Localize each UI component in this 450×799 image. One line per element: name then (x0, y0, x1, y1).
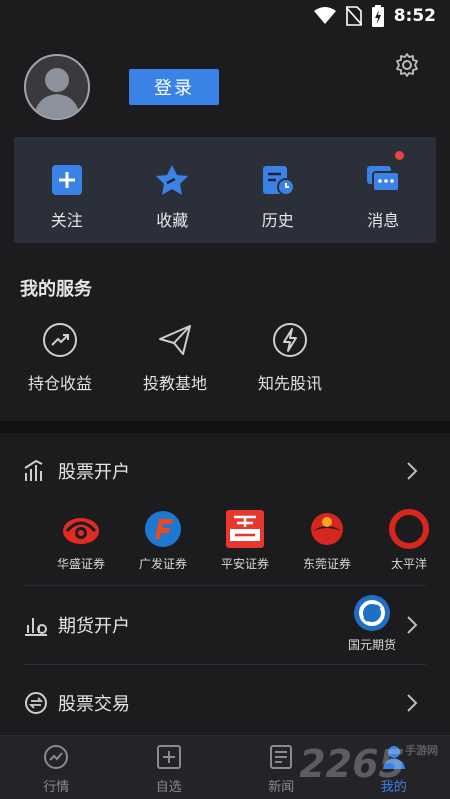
section-separator (0, 421, 450, 433)
trade-icon (25, 692, 47, 714)
message-icon (367, 166, 401, 192)
tab-label: 自选 (155, 780, 182, 795)
no-sim-icon (345, 6, 362, 26)
broker-guangfa[interactable]: 广发证券 (122, 509, 204, 585)
broker-guoyuan[interactable]: 国元期货 (348, 594, 396, 653)
quick-label-favorites: 收藏 (156, 211, 189, 230)
quick-label-messages: 消息 (367, 211, 400, 230)
stock-open-row[interactable]: 股票开户 (0, 433, 450, 509)
services-title: 我的服务 (20, 279, 92, 300)
broker-name: 华盛证券 (56, 557, 105, 571)
service-news-flash[interactable]: 知先股讯 (235, 322, 345, 394)
stock-open-title: 股票开户 (58, 462, 130, 483)
history-icon (262, 166, 295, 196)
broker-pingan[interactable]: 平安证券 (204, 509, 286, 585)
quick-follow[interactable]: 关注 (14, 137, 120, 243)
broker-huasheng[interactable]: 华盛证券 (40, 509, 122, 585)
battery-icon (371, 5, 384, 27)
huasheng-logo-icon (63, 518, 99, 544)
bar-chart-icon (24, 459, 43, 481)
quick-messages[interactable]: 消息 (331, 137, 437, 243)
tab-label: 行情 (43, 780, 70, 795)
broker-name: 广发证券 (138, 557, 187, 571)
quick-label-follow: 关注 (50, 211, 83, 230)
lightning-icon (273, 323, 307, 357)
stock-trade-row[interactable]: 股票交易 (0, 665, 450, 741)
news-icon (270, 745, 293, 769)
guangfa-logo-icon (145, 511, 181, 547)
service-education[interactable]: 投教基地 (120, 322, 230, 394)
chevron-right-icon (407, 616, 418, 634)
pingan-logo-icon (226, 510, 264, 548)
taipingyang-logo-icon (389, 509, 429, 549)
watermark-text: 2265 (299, 742, 405, 786)
broker-list: 华盛证券 广发证券 平安证券 东莞证券 太平洋 (0, 509, 450, 585)
broker-name: 国元期货 (347, 638, 396, 652)
account-list: 股票开户 华盛证券 广发证券 平安证券 东莞证券 太平洋 期货开户 国元期货 股… (0, 433, 450, 741)
broker-taipingyang[interactable]: 太平洋 (368, 509, 450, 585)
dongguan-logo-icon (311, 513, 343, 545)
status-bar: 8:52 (0, 0, 450, 32)
status-time: 8:52 (393, 6, 436, 26)
avatar-silhouette-icon (34, 68, 80, 118)
watchlist-icon (156, 745, 181, 769)
quick-label-history: 历史 (261, 211, 294, 230)
login-button[interactable]: 登录 (129, 69, 219, 105)
guoyuan-logo-icon (353, 595, 390, 631)
service-holdings[interactable]: 持仓收益 (5, 322, 115, 394)
wifi-icon (313, 7, 336, 25)
notification-dot (395, 151, 404, 160)
trend-icon (43, 323, 77, 357)
services-list: 持仓收益 投教基地 知先股讯 (0, 322, 450, 394)
gear-icon[interactable] (394, 52, 420, 78)
plus-icon (51, 165, 82, 195)
profile-header: 登录 (0, 52, 450, 124)
futures-chart-icon (25, 618, 47, 636)
quick-actions-panel: 关注 收藏 历史 消息 (14, 137, 436, 243)
service-label-education: 投教基地 (142, 374, 207, 393)
star-icon (156, 165, 189, 195)
tab-label: 新闻 (268, 780, 295, 795)
market-icon (44, 745, 69, 769)
quick-favorites[interactable]: 收藏 (120, 137, 226, 243)
broker-name: 东莞证券 (302, 557, 351, 571)
stock-trade-title: 股票交易 (58, 694, 130, 715)
chevron-right-icon (407, 694, 418, 712)
avatar[interactable] (24, 54, 90, 120)
tab-market[interactable]: 行情 (0, 736, 113, 799)
futures-open-row[interactable]: 期货开户 国元期货 (0, 586, 450, 664)
watermark: 2265手游网 (299, 742, 438, 786)
paper-plane-icon (159, 325, 191, 355)
broker-name: 太平洋 (390, 557, 427, 571)
tab-watchlist[interactable]: 自选 (113, 736, 226, 799)
broker-dongguan[interactable]: 东莞证券 (286, 509, 368, 585)
quick-history[interactable]: 历史 (225, 137, 331, 243)
service-label-news-flash: 知先股讯 (257, 374, 322, 393)
service-label-holdings: 持仓收益 (27, 374, 92, 393)
watermark-sub: 手游网 (405, 744, 438, 757)
broker-name: 平安证券 (220, 557, 269, 571)
chevron-right-icon (407, 462, 418, 480)
futures-open-title: 期货开户 (58, 616, 130, 637)
